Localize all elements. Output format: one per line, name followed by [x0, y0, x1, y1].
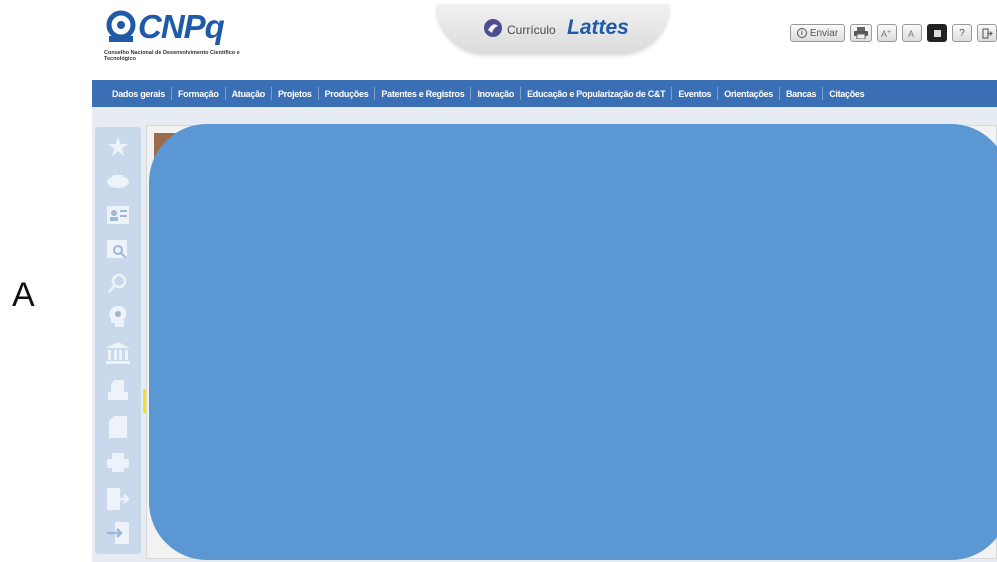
font-decrease-icon: A — [908, 29, 914, 38]
head-gear-icon — [109, 306, 127, 327]
contrast-icon — [933, 29, 941, 37]
calendar-search-icon — [107, 240, 127, 259]
nav-item[interactable]: Dados gerais — [106, 89, 171, 99]
sidebar-item-formation[interactable] — [103, 167, 133, 195]
nav-item[interactable]: Eventos — [672, 89, 717, 99]
nav-item[interactable]: Produções — [319, 89, 375, 99]
exit-button[interactable] — [977, 24, 997, 42]
exit-icon — [981, 27, 993, 39]
redaction-overlay — [149, 124, 997, 560]
toolbar: i Enviar A + A ? — [790, 24, 997, 44]
send-button[interactable]: i Enviar — [790, 24, 845, 42]
id-card-icon — [107, 206, 129, 224]
contrast-button[interactable] — [927, 24, 947, 42]
svg-text:A: A — [908, 29, 914, 38]
sidebar-item-institution[interactable] — [103, 339, 133, 367]
sidebar-item-innovation[interactable] — [103, 303, 133, 331]
globe-hat-icon — [107, 175, 129, 188]
print-button[interactable] — [850, 24, 872, 42]
sidebar-item-exit[interactable] — [103, 519, 133, 547]
lattes-app: CNPq Conselho Nacional de Desenvolviment… — [92, 0, 997, 562]
nav-item[interactable]: Citações — [823, 89, 870, 99]
sidebar-item-productions[interactable] — [103, 377, 133, 405]
sidebar-item-print[interactable] — [103, 449, 133, 477]
nav-item[interactable]: Formação — [172, 89, 225, 99]
lattes-leaf-icon — [484, 19, 502, 37]
info-icon: i — [796, 28, 807, 38]
star-award-icon — [108, 137, 128, 156]
nav-item[interactable]: Atuação — [226, 89, 271, 99]
sidebar — [95, 127, 141, 554]
cnpq-logo[interactable]: CNPq Conselho Nacional de Desenvolviment… — [104, 8, 244, 70]
header: CNPq Conselho Nacional de Desenvolviment… — [92, 0, 997, 80]
sidebar-item-calendar-search[interactable] — [103, 235, 133, 263]
help-button[interactable]: ? — [952, 24, 972, 42]
printer-icon — [107, 453, 129, 472]
institution-icon — [106, 342, 130, 364]
send-label: Enviar — [809, 27, 839, 39]
nav-item[interactable]: Inovação — [471, 89, 520, 99]
cnpq-logo-icon — [106, 10, 136, 42]
help-icon: ? — [959, 27, 965, 39]
nav-item[interactable]: Orientações — [718, 89, 779, 99]
svg-text:+: + — [887, 29, 891, 36]
lattes-prefix: Currículo — [507, 23, 556, 37]
lattes-badge[interactable]: Currículo Lattes — [437, 4, 669, 52]
font-decrease-button[interactable]: A — [902, 24, 922, 42]
print-icon — [854, 27, 868, 39]
main-nav: Dados gerais Formação Atuação Projetos Produ… — [92, 80, 997, 107]
nav-item[interactable]: Bancas — [780, 89, 822, 99]
font-increase-button[interactable]: A + — [877, 24, 897, 42]
font-increase-icon: A + — [881, 29, 891, 38]
sidebar-item-search[interactable] — [103, 269, 133, 297]
exit-door-icon — [107, 522, 129, 544]
lattes-name: Lattes — [567, 16, 629, 39]
cnpq-subtitle: Conselho Nacional de Desenvolvimento Cie… — [104, 50, 240, 62]
sidebar-item-profile[interactable] — [103, 201, 133, 229]
document-icon — [109, 416, 127, 438]
sidebar-item-document[interactable] — [103, 413, 133, 441]
document-stack-icon — [108, 380, 128, 400]
nav-item[interactable]: Projetos — [272, 89, 318, 99]
nav-item[interactable]: Patentes e Registros — [375, 89, 470, 99]
document-export-icon — [107, 488, 129, 510]
annotation-label-a: A — [12, 276, 35, 314]
cnpq-brand: CNPq — [138, 8, 225, 45]
sidebar-item-awards[interactable] — [103, 133, 133, 161]
nav-item[interactable]: Educação e Popularização de C&T — [521, 89, 671, 99]
search-person-icon — [108, 273, 127, 293]
sidebar-item-export[interactable] — [103, 485, 133, 513]
